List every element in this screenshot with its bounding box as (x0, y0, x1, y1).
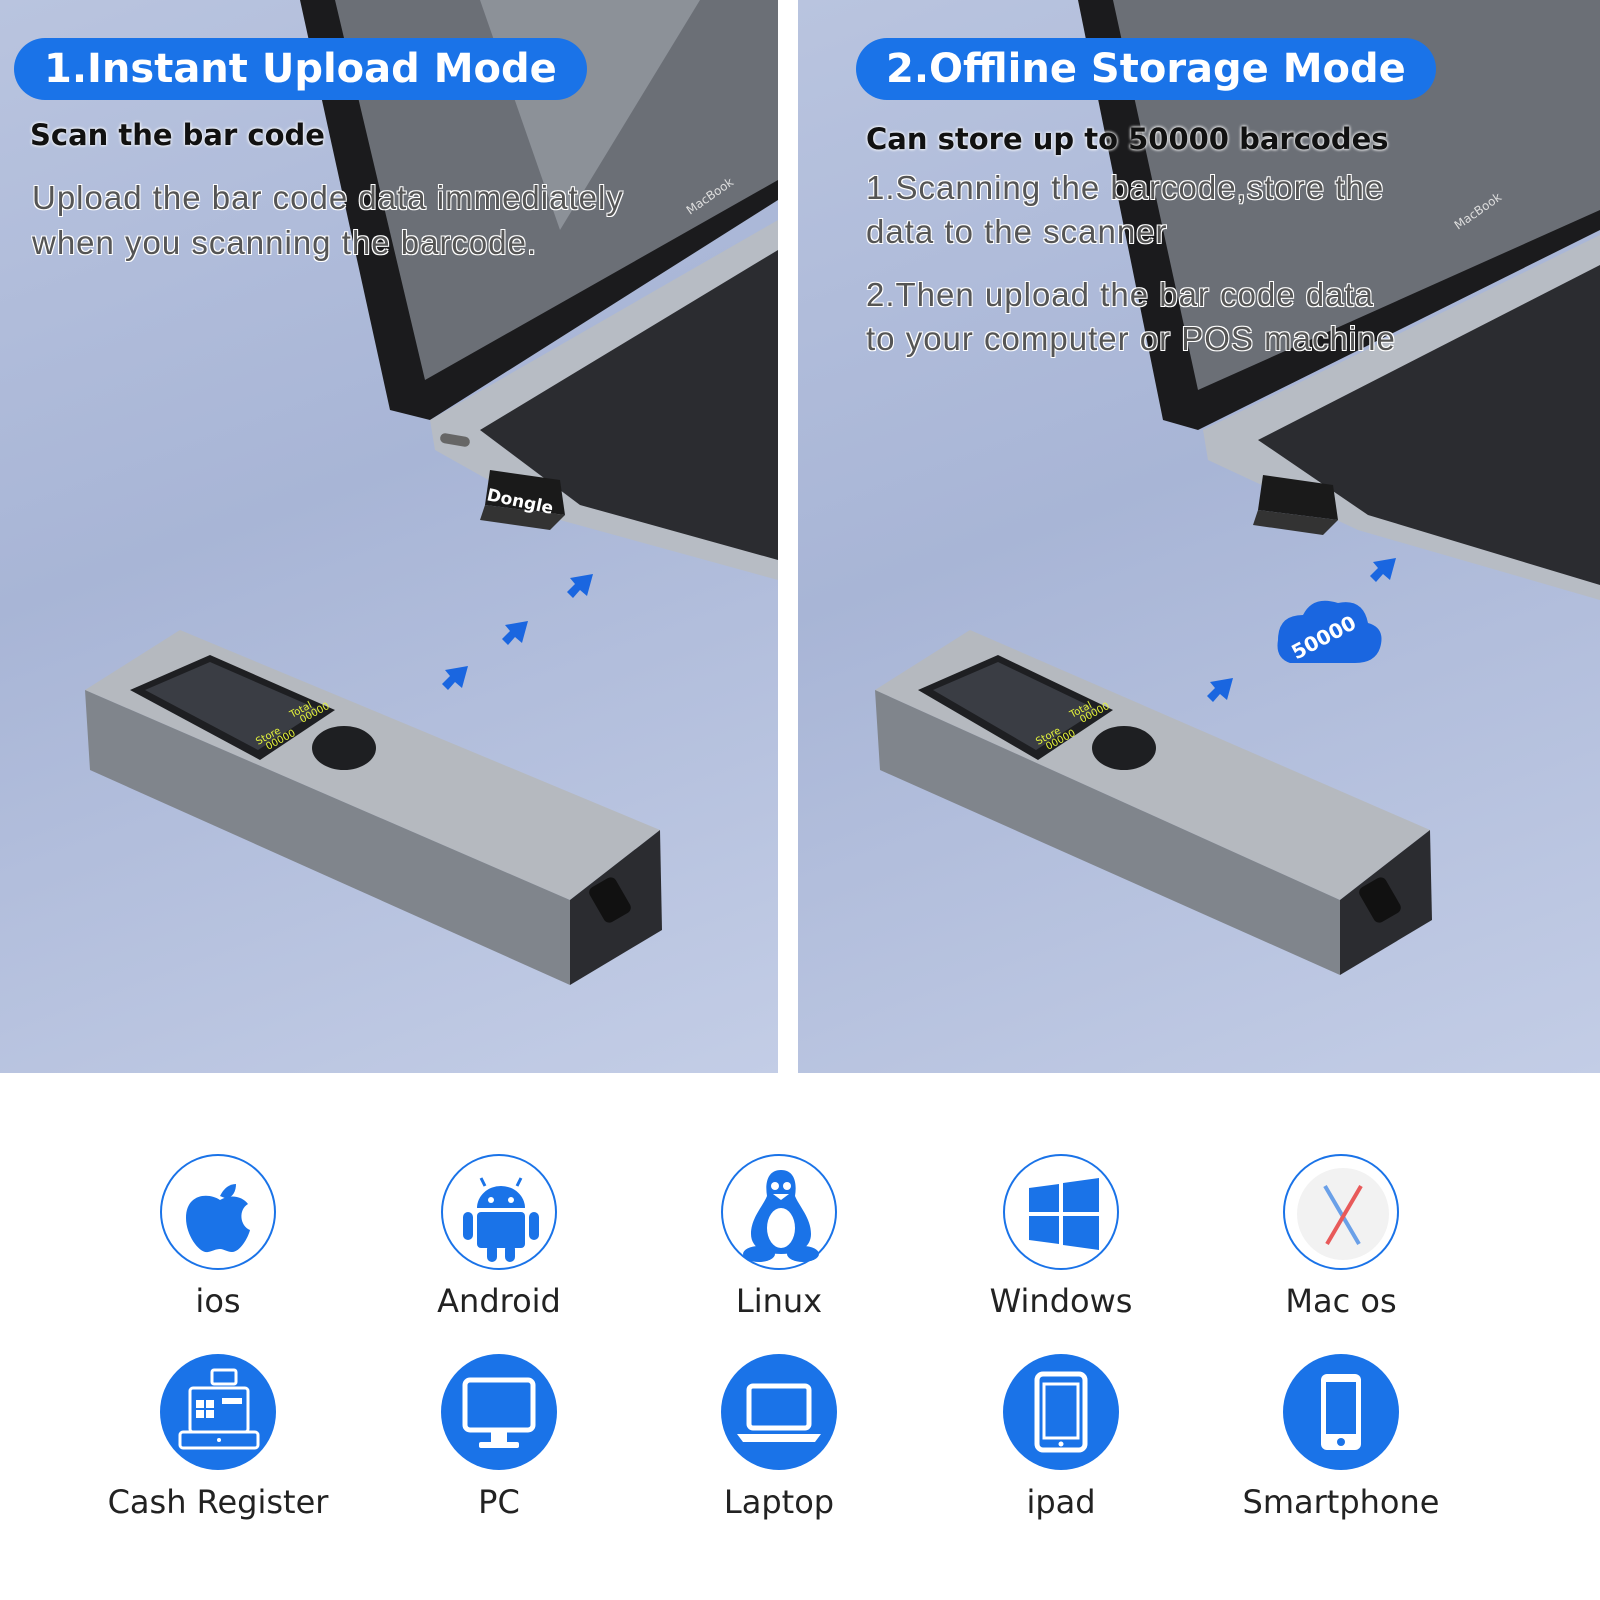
mode2-title: 2.Offline Storage Mode (856, 38, 1436, 100)
mode2-step1: 1.Scanning the barcode,store the data to… (866, 169, 1385, 250)
linux-penguin-icon (721, 1154, 837, 1270)
mode1-description: Upload the bar code data immediately whe… (32, 179, 624, 261)
platform-label: Mac os (1285, 1282, 1397, 1320)
platform-label: Windows (989, 1282, 1133, 1320)
upload-arrows (442, 574, 593, 690)
cash-register-icon (160, 1354, 276, 1470)
smartphone-icon (1283, 1354, 1399, 1470)
platform-label: ios (195, 1282, 241, 1320)
android-icon (441, 1154, 557, 1270)
product-illustration: MacBook 50000 Store 00000 Total 00000 (875, 0, 1600, 975)
usb-dongle: Dongle (480, 470, 565, 530)
platform-label: Cash Register (107, 1483, 329, 1521)
platform-label: Laptop (723, 1483, 835, 1521)
apple-icon (160, 1154, 276, 1270)
platform-label: ipad (1026, 1483, 1096, 1521)
offline-storage-panel: MacBook 50000 Store 00000 Total 00000 2.… (798, 0, 1600, 1073)
platform-label: Smartphone (1242, 1483, 1440, 1521)
platform-label: Android (437, 1282, 561, 1320)
mode1-subtitle: Scan the bar code (30, 118, 325, 152)
cloud-storage-icon: 50000 (1277, 600, 1382, 664)
product-illustration: MacBook Dongle Store 00000 Total 00000 (85, 0, 778, 985)
usb-dongle (1253, 475, 1338, 535)
monitor-icon (441, 1354, 557, 1470)
mode1-title: 1.Instant Upload Mode (14, 38, 587, 100)
tablet-icon (1003, 1354, 1119, 1470)
scan-button[interactable] (1092, 726, 1156, 770)
platform-label: Linux (735, 1282, 823, 1320)
windows-icon (1003, 1154, 1119, 1270)
barcode-scanner: Store 00000 Total 00000 (875, 630, 1432, 975)
macos-x-icon (1283, 1154, 1399, 1270)
barcode-scanner: Store 00000 Total 00000 (85, 630, 662, 985)
laptop-icon (721, 1354, 837, 1470)
scan-button[interactable] (312, 726, 376, 770)
mode2-subtitle: Can store up to 50000 barcodes (866, 122, 1389, 156)
mode2-step2: 2.Then upload the bar code data to your … (866, 276, 1396, 357)
instant-upload-panel: MacBook Dongle Store 00000 Total 00000 1… (0, 0, 778, 1073)
platform-label: PC (478, 1483, 520, 1521)
